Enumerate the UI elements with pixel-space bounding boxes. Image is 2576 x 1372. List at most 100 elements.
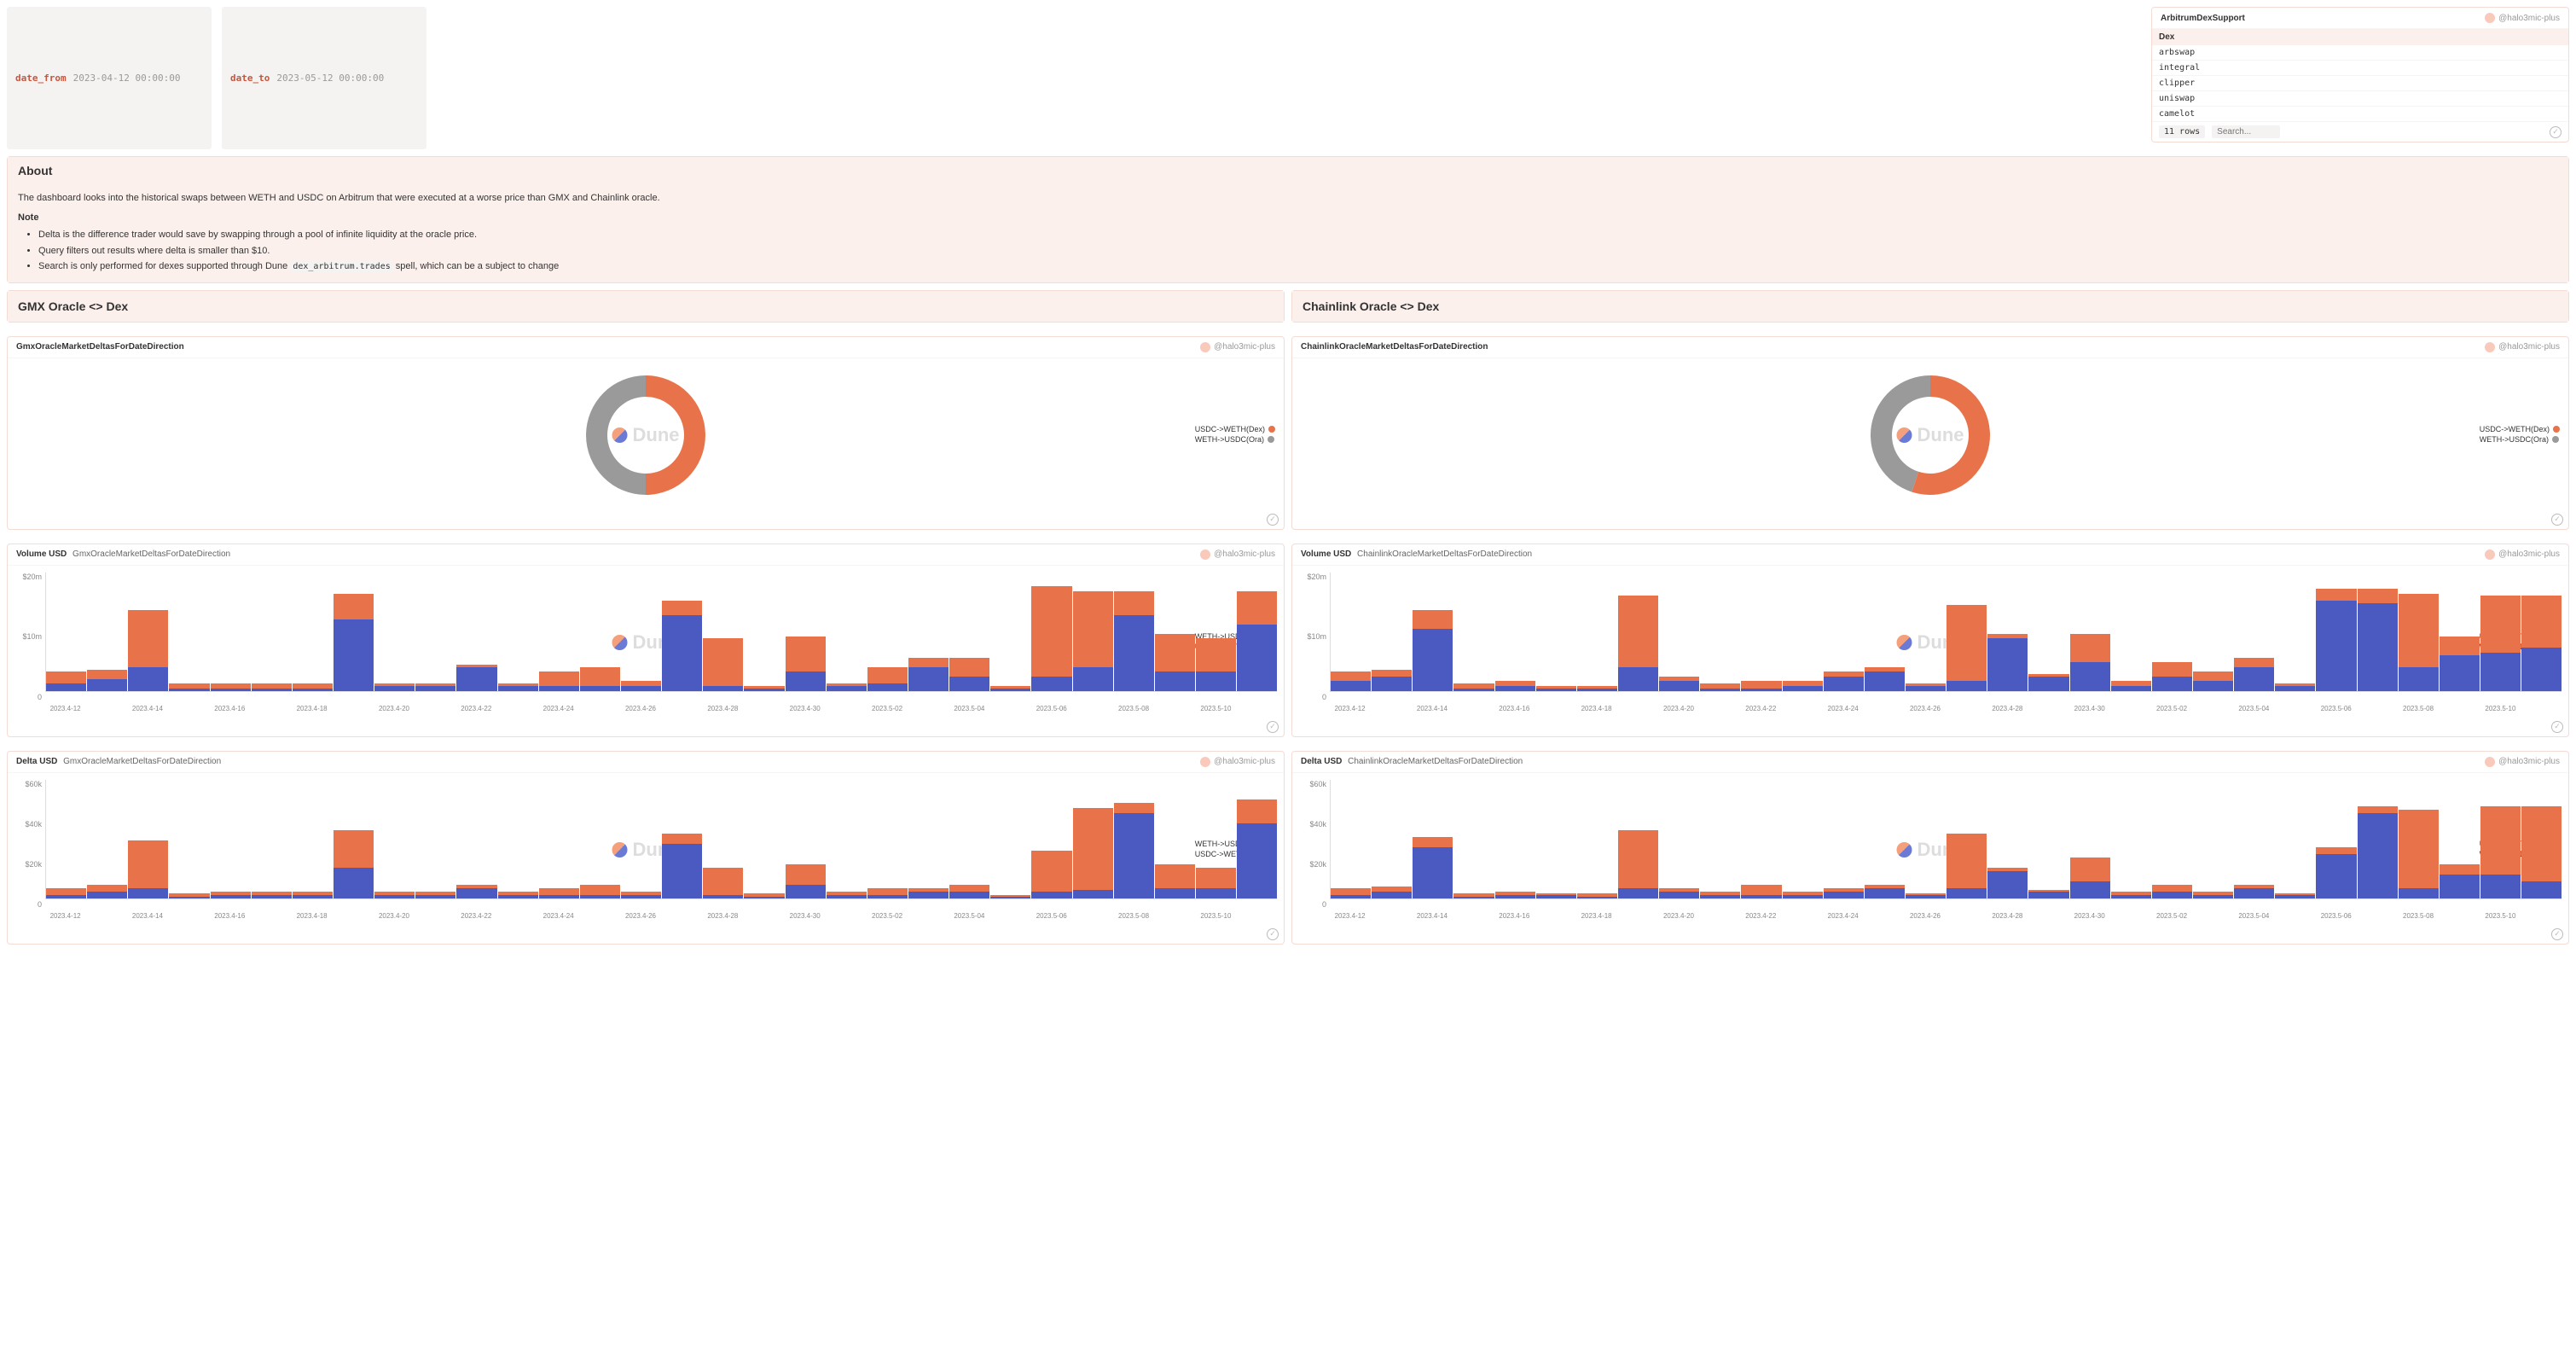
refresh-status-icon[interactable]: ✓ <box>1267 928 1279 940</box>
bar-segment[interactable] <box>786 637 826 672</box>
bar-segment[interactable] <box>1906 895 1946 898</box>
bar-segment[interactable] <box>415 895 455 898</box>
bar-segment[interactable] <box>2440 875 2480 898</box>
bar-segment[interactable] <box>1536 689 1576 691</box>
bar-segment[interactable] <box>2316 589 2356 601</box>
bar-segment[interactable] <box>2234 667 2274 691</box>
bar-segment[interactable] <box>580 686 620 691</box>
bar-segment[interactable] <box>1331 888 1371 895</box>
bar-chart[interactable]: $60k$40k$20k0 2023.4-122023.4-142023.4-1… <box>1299 780 2561 920</box>
bar-segment[interactable] <box>662 615 702 691</box>
bar-segment[interactable] <box>1331 681 1371 690</box>
bar-segment[interactable] <box>2152 892 2192 898</box>
bar-segment[interactable] <box>1618 596 1658 666</box>
bar-segment[interactable] <box>539 686 579 691</box>
bar-segment[interactable] <box>2316 854 2356 898</box>
bar-segment[interactable] <box>539 671 579 686</box>
bar-segment[interactable] <box>1196 671 1236 690</box>
bar-segment[interactable] <box>744 897 784 898</box>
bar-segment[interactable] <box>2440 637 2480 655</box>
bar-segment[interactable] <box>1618 888 1658 898</box>
bar-segment[interactable] <box>1783 686 1823 691</box>
bar-segment[interactable] <box>2399 888 2439 898</box>
bar-segment[interactable] <box>1413 837 1453 847</box>
bar-segment[interactable] <box>252 689 292 691</box>
bar-segment[interactable] <box>2193 671 2233 681</box>
bar-segment[interactable] <box>1906 686 1946 691</box>
bar-segment[interactable] <box>2152 677 2192 691</box>
bar-segment[interactable] <box>2234 888 2274 898</box>
bar-segment[interactable] <box>2480 596 2521 653</box>
bar-segment[interactable] <box>867 888 908 895</box>
legend-item[interactable]: USDC->WETH(Dex) <box>1195 425 1275 433</box>
bar-segment[interactable] <box>2193 681 2233 690</box>
bar-segment[interactable] <box>1865 888 1905 898</box>
bar-segment[interactable] <box>990 897 1030 898</box>
bar-segment[interactable] <box>374 686 415 691</box>
bar-segment[interactable] <box>46 683 86 690</box>
bar-segment[interactable] <box>2152 662 2192 677</box>
bar-segment[interactable] <box>1114 813 1154 898</box>
bar-segment[interactable] <box>2358 589 2398 603</box>
bar-segment[interactable] <box>621 686 661 691</box>
bar-segment[interactable] <box>2028 892 2068 898</box>
bar-segment[interactable] <box>415 686 455 691</box>
bar-segment[interactable] <box>786 885 826 898</box>
bar-segment[interactable] <box>2028 677 2068 691</box>
bar-segment[interactable] <box>1114 615 1154 691</box>
bar-segment[interactable] <box>1741 885 1781 895</box>
bar-segment[interactable] <box>1237 591 1277 625</box>
bar-segment[interactable] <box>867 683 908 690</box>
bar-segment[interactable] <box>2070 662 2110 690</box>
bar-segment[interactable] <box>539 895 579 898</box>
bar-segment[interactable] <box>539 888 579 895</box>
bar-segment[interactable] <box>1824 677 1864 691</box>
bar-segment[interactable] <box>1237 625 1277 691</box>
bar-segment[interactable] <box>1700 895 1740 898</box>
bar-segment[interactable] <box>621 895 661 898</box>
bar-segment[interactable] <box>1453 897 1494 898</box>
bar-segment[interactable] <box>1331 671 1371 681</box>
bar-segment[interactable] <box>1577 689 1617 691</box>
bar-segment[interactable] <box>1114 803 1154 813</box>
refresh-status-icon[interactable]: ✓ <box>2551 928 2563 940</box>
bar-segment[interactable] <box>908 892 949 898</box>
donut-slice[interactable] <box>646 375 705 495</box>
bar-segment[interactable] <box>1196 638 1236 671</box>
bar-segment[interactable] <box>46 671 86 683</box>
bar-segment[interactable] <box>1824 892 1864 898</box>
bar-segment[interactable] <box>1155 864 1195 888</box>
param-date-to[interactable]: date_to 2023-05-12 00:00:00 <box>222 7 426 149</box>
bar-segment[interactable] <box>2440 655 2480 691</box>
bar-segment[interactable] <box>1073 808 1113 889</box>
bar-segment[interactable] <box>1073 667 1113 691</box>
bar-segment[interactable] <box>1031 851 1071 892</box>
bar-segment[interactable] <box>1372 892 1412 898</box>
bar-segment[interactable] <box>1155 888 1195 898</box>
bar-chart[interactable]: $60k$40k$20k0 2023.4-122023.4-142023.4-1… <box>15 780 1277 920</box>
author-badge[interactable]: @halo3mic-plus <box>2485 342 2560 352</box>
author-badge[interactable]: @halo3mic-plus <box>1200 549 1275 560</box>
refresh-status-icon[interactable]: ✓ <box>2551 514 2563 526</box>
bar-segment[interactable] <box>334 594 374 620</box>
bar-segment[interactable] <box>1196 868 1236 888</box>
bar-segment[interactable] <box>1155 671 1195 690</box>
bar-segment[interactable] <box>87 670 127 679</box>
bar-segment[interactable] <box>867 895 908 898</box>
refresh-status-icon[interactable]: ✓ <box>2550 126 2561 138</box>
bar-segment[interactable] <box>1536 895 1576 898</box>
legend-item[interactable]: WETH->USDC(Ora) <box>1195 435 1275 444</box>
dex-search-input[interactable] <box>2212 125 2280 138</box>
bar-segment[interactable] <box>1495 686 1535 691</box>
bar-segment[interactable] <box>703 895 743 898</box>
bar-segment[interactable] <box>456 667 496 691</box>
bar-segment[interactable] <box>1031 677 1071 691</box>
bar-segment[interactable] <box>1331 895 1371 898</box>
bar-segment[interactable] <box>1155 634 1195 671</box>
bar-segment[interactable] <box>2521 596 2561 648</box>
bar-segment[interactable] <box>1700 689 1740 691</box>
bar-segment[interactable] <box>580 895 620 898</box>
table-row[interactable]: uniswap <box>2152 91 2568 107</box>
table-row[interactable]: camelot <box>2152 107 2568 122</box>
bar-segment[interactable] <box>1073 591 1113 667</box>
